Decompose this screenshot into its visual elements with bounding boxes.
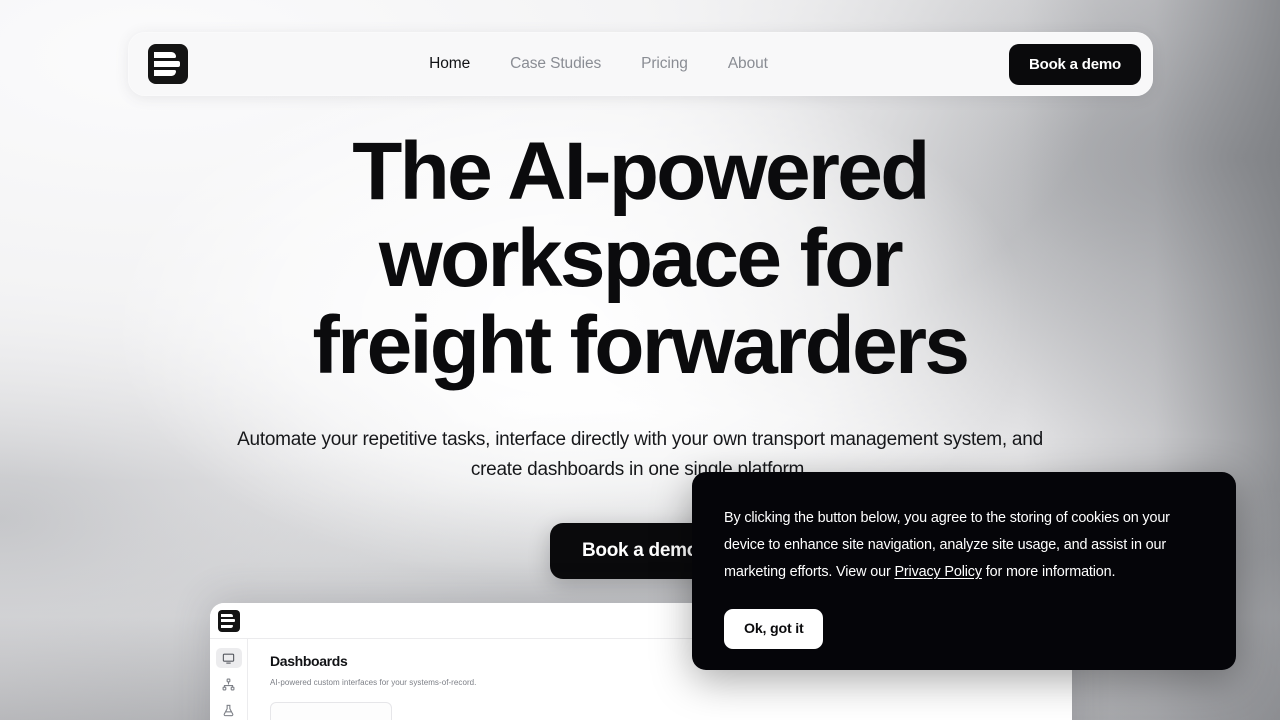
logo-bar-bottom bbox=[154, 70, 176, 76]
nav-link-case-studies[interactable]: Case Studies bbox=[510, 55, 601, 73]
logo-bar-bottom bbox=[221, 624, 233, 628]
brand-logo-icon[interactable] bbox=[148, 44, 188, 84]
top-navigation-bar: Home Case Studies Pricing About Book a d… bbox=[128, 32, 1153, 96]
logo-bar-middle bbox=[154, 61, 180, 67]
cookie-text-after-link: for more information. bbox=[981, 564, 1116, 580]
hero-headline: The AI-powered workspace for freight for… bbox=[312, 126, 970, 391]
nav-links: Home Case Studies Pricing About bbox=[429, 55, 768, 73]
app-preview-brand-logo-icon bbox=[218, 609, 240, 632]
nav-link-pricing[interactable]: Pricing bbox=[641, 55, 688, 73]
monitor-icon[interactable] bbox=[215, 648, 242, 668]
nav-book-a-demo-button[interactable]: Book a demo bbox=[1009, 43, 1141, 85]
sitemap-icon[interactable] bbox=[216, 674, 242, 694]
app-preview-sidebar bbox=[210, 639, 248, 720]
app-preview-card[interactable] bbox=[270, 702, 392, 720]
app-preview-subheading: AI-powered custom interfaces for your sy… bbox=[270, 678, 477, 687]
cookie-consent-text: By clicking the button below, you agree … bbox=[724, 505, 1204, 586]
cookie-accept-button[interactable]: Ok, got it bbox=[724, 609, 824, 649]
logo-bar-top bbox=[154, 52, 176, 58]
privacy-policy-link[interactable]: Privacy Policy bbox=[894, 564, 982, 580]
logo-bar-middle bbox=[221, 619, 235, 622]
nav-link-home[interactable]: Home bbox=[429, 55, 470, 73]
flask-icon[interactable] bbox=[216, 700, 242, 720]
nav-link-about[interactable]: About bbox=[728, 55, 768, 73]
logo-bar-top bbox=[221, 613, 233, 617]
cookie-consent-banner: By clicking the button below, you agree … bbox=[692, 472, 1236, 670]
